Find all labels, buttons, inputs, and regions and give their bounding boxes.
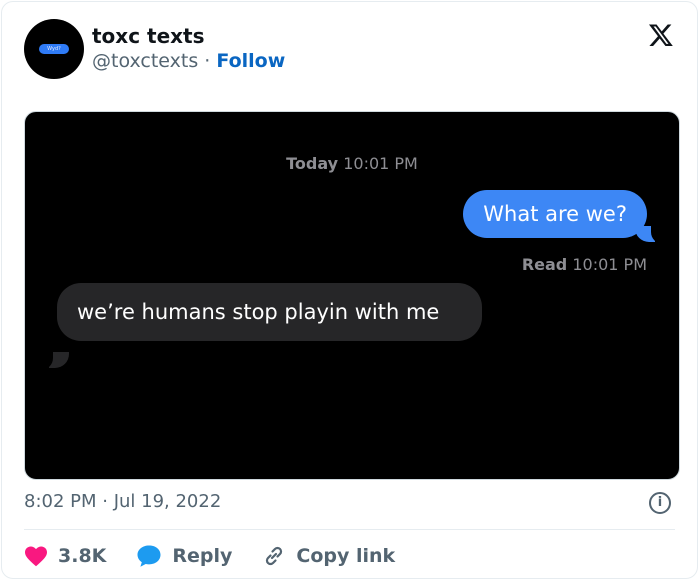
like-count: 3.8K — [58, 545, 107, 567]
follow-button[interactable]: Follow — [216, 50, 285, 72]
action-bar: 3.8K Reply Copy link — [24, 543, 425, 569]
read-time: 10:01 PM — [572, 255, 647, 274]
reply-button[interactable]: Reply — [136, 544, 232, 568]
like-button[interactable]: 3.8K — [24, 545, 106, 567]
read-receipt: Read 10:01 PM — [522, 255, 647, 274]
reply-label: Reply — [172, 545, 233, 567]
avatar-chip: Wyd? — [39, 44, 69, 54]
reply-bubble-icon — [137, 545, 161, 567]
outgoing-message-bubble: What are we? — [463, 190, 647, 238]
link-icon — [266, 546, 283, 566]
message-screenshot[interactable]: Today 10:01 PM What are we? Read 10:01 P… — [24, 111, 680, 480]
read-label: Read — [521, 255, 568, 274]
x-logo-icon[interactable] — [647, 22, 675, 48]
day-label: Today — [286, 154, 339, 173]
copy-link-label: Copy link — [296, 545, 396, 567]
author-name[interactable]: toxc texts — [92, 24, 205, 48]
divider — [24, 529, 675, 530]
avatar[interactable]: Wyd? — [24, 19, 84, 79]
heart-icon — [25, 546, 47, 567]
handle-row: @toxctexts · Follow — [92, 50, 285, 72]
author-handle[interactable]: @toxctexts — [92, 50, 198, 72]
separator: · — [204, 50, 211, 72]
day-time: 10:01 PM — [343, 154, 418, 173]
tweet-timestamp[interactable]: 8:02 PM · Jul 19, 2022 — [24, 491, 221, 512]
tweet-card: Wyd? toxc texts @toxctexts · Follow Toda… — [1, 1, 698, 579]
conversation-timestamp: Today 10:01 PM — [25, 154, 679, 173]
incoming-message-bubble: we’re humans stop playin with me — [57, 283, 482, 341]
info-icon[interactable]: i — [649, 492, 671, 514]
copy-link-button[interactable]: Copy link — [262, 544, 395, 568]
